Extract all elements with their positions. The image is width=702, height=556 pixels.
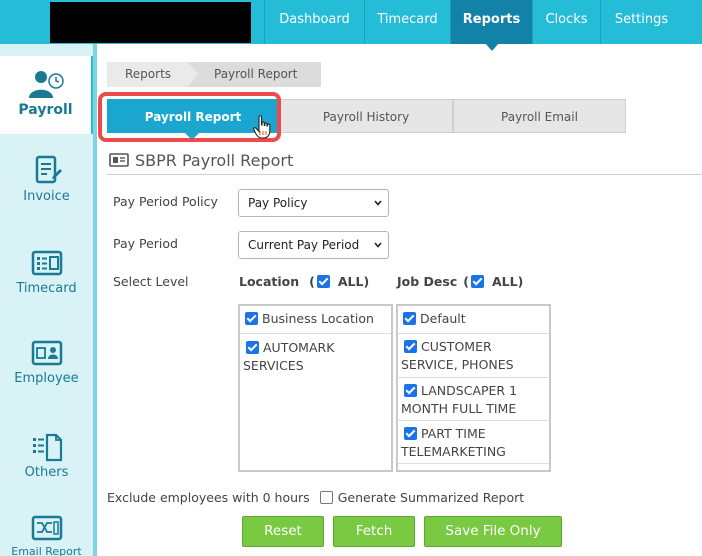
save-file-only-button[interactable]: Save File Only xyxy=(424,516,562,547)
sidebar: Payroll Invoice Timecard Employee Others… xyxy=(0,44,97,556)
top-nav: Dashboard Timecard Reports Clocks Settin… xyxy=(264,0,682,51)
section-title: SBPR Payroll Report xyxy=(109,150,293,170)
job-desc-header: Job Desc ( ALL) xyxy=(397,274,523,289)
pay-period-policy-select[interactable]: Pay Policy xyxy=(238,189,389,217)
breadcrumb-reports[interactable]: Reports xyxy=(107,62,198,87)
job-item-label: CUSTOMER SERVICE, PHONES xyxy=(401,339,514,372)
location-header: Location ( ALL) xyxy=(239,274,369,289)
nav-dashboard[interactable]: Dashboard xyxy=(264,0,364,44)
active-caret-icon xyxy=(485,43,499,51)
options-row: Exclude employees with 0 hours Generate … xyxy=(107,490,524,505)
list-item[interactable]: PART TIME TELEMARKETING xyxy=(398,421,549,464)
select-level-label: Select Level xyxy=(113,274,189,289)
sidebar-label-others: Others xyxy=(24,465,69,480)
location-paren: ( xyxy=(309,274,315,289)
job-checkbox[interactable] xyxy=(403,312,416,325)
generate-summarized-checkbox[interactable] xyxy=(319,491,333,504)
person-clock-icon xyxy=(28,71,64,98)
pay-period-value: Current Pay Period xyxy=(248,238,360,252)
sidebar-item-employee[interactable]: Employee xyxy=(0,338,93,386)
app-root: Dashboard Timecard Reports Clocks Settin… xyxy=(0,0,702,556)
chevron-down-icon xyxy=(374,242,382,248)
invoice-icon xyxy=(35,155,62,184)
job-item-label: LANDSCAPER 1 MONTH FULL TIME xyxy=(401,383,518,416)
location-checkbox[interactable] xyxy=(246,341,259,354)
job-desc-listbox[interactable]: Default CUSTOMER SERVICE, PHONES LANDSCA… xyxy=(396,304,551,472)
sidebar-label-employee: Employee xyxy=(14,371,79,386)
fetch-button[interactable]: Fetch xyxy=(333,516,415,547)
pay-period-label: Pay Period xyxy=(113,236,178,251)
tab-payroll-email[interactable]: Payroll Email xyxy=(453,99,626,133)
tab-payroll-report-label: Payroll Report xyxy=(144,110,242,124)
report-card-icon xyxy=(109,153,129,167)
list-item[interactable]: Default xyxy=(398,306,549,334)
sidebar-item-timecard[interactable]: Timecard xyxy=(0,248,93,296)
hand-pointer-icon xyxy=(253,115,271,139)
nav-reports-label: Reports xyxy=(462,12,521,27)
tab-payroll-history[interactable]: Payroll History xyxy=(279,99,453,133)
nav-timecard[interactable]: Timecard xyxy=(364,0,450,44)
job-desc-all-label: ALL) xyxy=(491,274,524,289)
location-checkbox[interactable] xyxy=(245,312,258,325)
breadcrumb-payroll-report: Payroll Report xyxy=(188,62,321,87)
sidebar-label-email-report: Email Report xyxy=(11,545,82,556)
employee-card-icon xyxy=(31,340,62,366)
location-item-label: Business Location xyxy=(262,311,374,326)
active-tab-caret-icon xyxy=(184,132,200,140)
sidebar-label-invoice: Invoice xyxy=(23,189,70,204)
sidebar-label-payroll: Payroll xyxy=(18,102,73,118)
generate-summarized-label: Generate Summarized Report xyxy=(337,490,525,505)
job-desc-header-text: Job Desc xyxy=(397,274,458,289)
sidebar-item-others[interactable]: Others xyxy=(0,432,93,480)
location-all-checkbox[interactable] xyxy=(316,275,330,288)
reset-button[interactable]: Reset xyxy=(242,516,324,547)
nav-settings[interactable]: Settings xyxy=(600,0,682,44)
sidebar-label-timecard: Timecard xyxy=(16,281,77,296)
report-tabs: Payroll Report Payroll History Payroll E… xyxy=(107,99,626,140)
list-item[interactable]: Business Location xyxy=(240,306,391,334)
nav-reports[interactable]: Reports xyxy=(450,0,532,51)
sidebar-item-invoice[interactable]: Invoice xyxy=(0,154,93,204)
section-title-text: SBPR Payroll Report xyxy=(135,150,294,170)
list-item[interactable]: AUTOMARK SERVICES xyxy=(240,334,391,379)
sidebar-item-payroll[interactable]: Payroll xyxy=(0,56,93,134)
job-checkbox[interactable] xyxy=(404,427,417,440)
job-desc-paren: ( xyxy=(463,274,469,289)
location-header-text: Location xyxy=(239,274,300,289)
timecard-icon xyxy=(31,250,62,276)
job-checkbox[interactable] xyxy=(404,384,417,397)
pay-period-policy-label: Pay Period Policy xyxy=(113,194,218,209)
nav-clocks[interactable]: Clocks xyxy=(532,0,600,44)
job-desc-all-checkbox[interactable] xyxy=(470,275,484,288)
exclude-zero-hours-label: Exclude employees with 0 hours xyxy=(107,490,310,505)
pay-period-policy-value: Pay Policy xyxy=(248,196,308,210)
list-item[interactable]: LANDSCAPER 1 MONTH FULL TIME xyxy=(398,378,549,421)
section-divider xyxy=(107,174,702,175)
top-bar: Dashboard Timecard Reports Clocks Settin… xyxy=(0,0,702,51)
chevron-down-icon xyxy=(374,200,382,206)
email-report-icon xyxy=(31,515,62,541)
sidebar-item-email-report[interactable]: Email Report xyxy=(0,514,93,556)
list-item[interactable]: CUSTOMER SERVICE, PHONES xyxy=(398,334,549,378)
pay-period-select[interactable]: Current Pay Period xyxy=(238,231,389,259)
breadcrumb: Reports Payroll Report xyxy=(107,62,321,87)
job-item-label: Default xyxy=(420,311,466,326)
redacted-logo xyxy=(50,2,251,43)
location-listbox[interactable]: Business Location AUTOMARK SERVICES xyxy=(238,304,393,472)
location-all-label: ALL) xyxy=(337,274,370,289)
job-checkbox[interactable] xyxy=(404,340,417,353)
document-list-icon xyxy=(32,433,62,462)
